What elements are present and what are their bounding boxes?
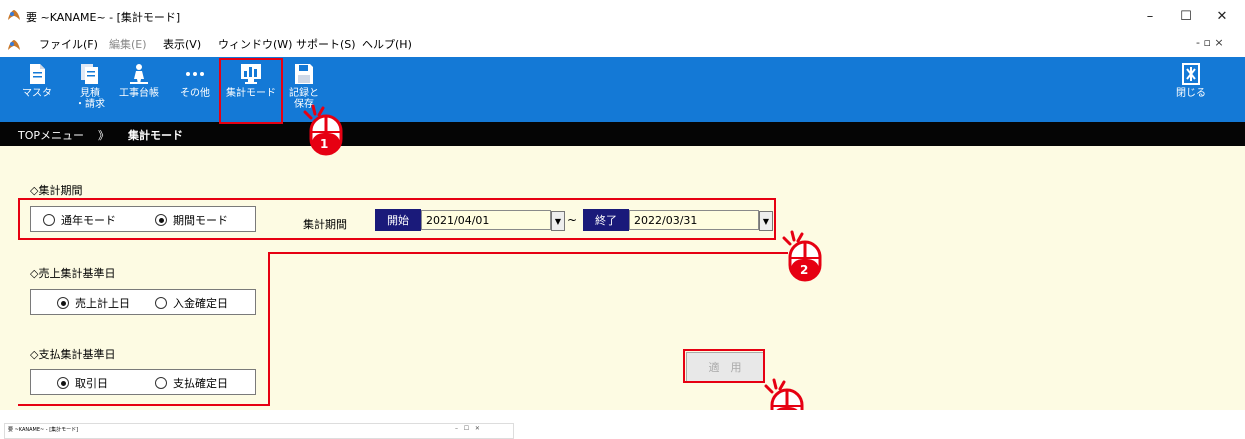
toolbar-label: 閉じる: [1176, 88, 1206, 99]
toolbar-button-estimate[interactable]: 見積 ・請求: [74, 62, 106, 118]
step-number: 1: [320, 137, 329, 151]
radio-sales-date[interactable]: 売上計上日: [57, 295, 130, 311]
exit-door-icon: [1182, 63, 1200, 85]
radio-indicator: [57, 377, 69, 389]
toolbar-label: マスタ: [22, 88, 52, 99]
radio-label: 支払確定日: [173, 377, 228, 390]
highlight-line: [18, 404, 270, 406]
radio-indicator: [57, 297, 69, 309]
menu-window[interactable]: ウィンドウ(W): [218, 36, 292, 52]
more-dots-icon: [186, 72, 204, 76]
highlight-line: [268, 252, 270, 406]
highlight-period-settings: [18, 198, 776, 240]
highlight-line: [268, 252, 788, 254]
radio-payment-received-date[interactable]: 入金確定日: [155, 295, 228, 311]
breadcrumb-root[interactable]: TOPメニュー: [18, 127, 84, 143]
mdi-app-icon: [8, 40, 20, 50]
payment-section-title: ◇支払集計基準日: [30, 348, 116, 361]
thumbnail-controls: – ☐ ✕: [455, 425, 480, 432]
thumbnail-window: 要 ~KANAME~ - [集計モード] – ☐ ✕: [4, 423, 514, 439]
toolbar-button-close[interactable]: 閉じる: [1174, 62, 1208, 118]
toolbar-label: 工事台帳: [119, 88, 159, 99]
toolbar-label: その他: [180, 88, 210, 99]
radio-transaction-date[interactable]: 取引日: [57, 375, 108, 391]
breadcrumb-current: 集計モード: [128, 129, 183, 142]
period-section-title: ◇集計期間: [30, 184, 83, 197]
save-disk-icon: [295, 64, 313, 84]
step-number: 2: [800, 263, 809, 277]
minimize-button[interactable]: –: [1139, 6, 1161, 26]
title-bar: [0, 0, 1245, 30]
app-logo-icon: [8, 10, 20, 20]
documents-stack-icon: [81, 64, 98, 84]
maximize-button[interactable]: ☐: [1175, 6, 1197, 26]
sales-basis-group: 売上計上日 入金確定日: [30, 289, 256, 315]
radio-label: 取引日: [75, 377, 108, 390]
mdi-window-controls[interactable]: - ▫ ×: [1196, 36, 1224, 49]
toolbar-button-other[interactable]: その他: [178, 62, 212, 118]
toolbar-label: 見積 ・請求: [75, 88, 105, 110]
sales-section-title: ◇売上集計基準日: [30, 267, 116, 280]
menu-help[interactable]: ヘルプ(H): [362, 36, 412, 52]
breadcrumb: TOPメニュー 》 集計モード: [0, 122, 1245, 146]
menu-support[interactable]: サポート(S): [296, 36, 356, 52]
radio-label: 売上計上日: [75, 297, 130, 310]
worker-icon: [130, 64, 148, 84]
radio-indicator: [155, 377, 167, 389]
highlight-apply-button: [683, 349, 765, 383]
highlight-aggregate-mode: [219, 58, 283, 124]
toolbar-button-master[interactable]: マスタ: [22, 62, 52, 118]
toolbar-button-ledger[interactable]: 工事台帳: [118, 62, 160, 118]
thumbnail-title: 要 ~KANAME~ - [集計モード]: [8, 427, 79, 433]
window-title: 要 ~KANAME~ - [集計モード]: [26, 11, 181, 24]
menu-file[interactable]: ファイル(F): [39, 36, 98, 52]
payment-basis-group: 取引日 支払確定日: [30, 369, 256, 395]
breadcrumb-separator: 》: [98, 129, 109, 142]
menu-view[interactable]: 表示(V): [163, 36, 201, 52]
radio-payment-confirmed-date[interactable]: 支払確定日: [155, 375, 228, 391]
menu-edit[interactable]: 編集(E): [109, 36, 147, 52]
close-window-button[interactable]: ✕: [1211, 6, 1233, 26]
radio-label: 入金確定日: [173, 297, 228, 310]
radio-indicator: [155, 297, 167, 309]
document-icon: [30, 64, 45, 84]
